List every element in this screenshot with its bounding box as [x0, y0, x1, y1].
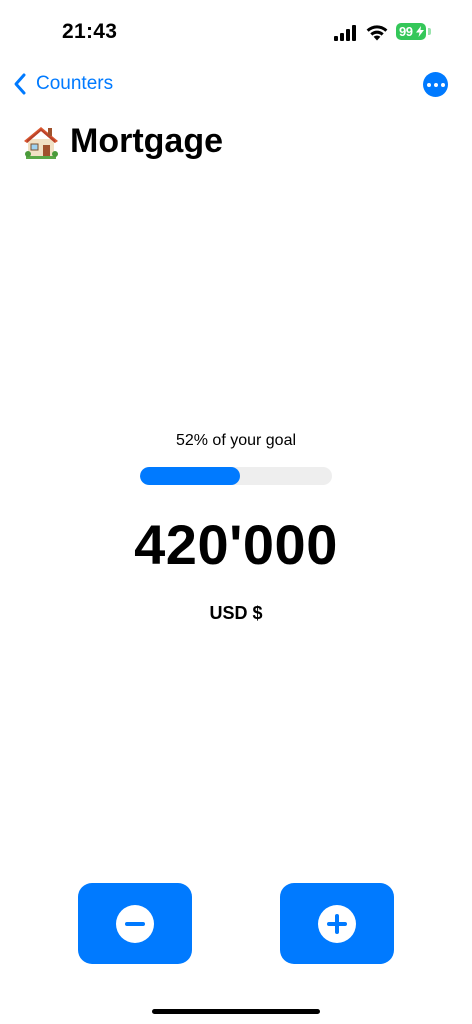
battery-icon: 99	[396, 23, 426, 40]
decrement-button[interactable]	[78, 883, 192, 964]
more-options-button[interactable]	[423, 72, 448, 97]
goal-progress-bar	[140, 467, 332, 485]
battery-cap	[428, 28, 431, 35]
battery-level: 99	[399, 24, 413, 39]
minus-circle-icon	[116, 904, 154, 943]
increment-button[interactable]	[280, 883, 394, 964]
counter-value: 420'000	[134, 513, 338, 576]
plus-circle-icon	[318, 904, 356, 943]
ellipsis-icon	[426, 82, 431, 87]
house-icon	[24, 126, 58, 159]
currency-label: USD $	[209, 603, 263, 623]
counter-title: Mortgage	[70, 122, 223, 160]
status-bar: 21:43 99	[0, 0, 472, 62]
home-indicator[interactable]	[152, 1009, 320, 1014]
status-time: 21:43	[62, 20, 118, 43]
cellular-signal-icon	[334, 25, 358, 41]
chevron-left-icon	[14, 73, 26, 95]
counter-detail-screen: 21:43 99 Counters Mortgage 52% of your g…	[0, 0, 472, 1024]
back-button-label: Counters	[36, 73, 114, 94]
wifi-icon	[366, 25, 388, 41]
back-button[interactable]: Counters	[12, 70, 113, 98]
goal-progress-fill	[140, 467, 240, 485]
charging-bolt-icon	[416, 26, 424, 37]
page-title: Mortgage	[22, 122, 223, 161]
goal-progress-text: 52% of your goal	[175, 432, 297, 449]
